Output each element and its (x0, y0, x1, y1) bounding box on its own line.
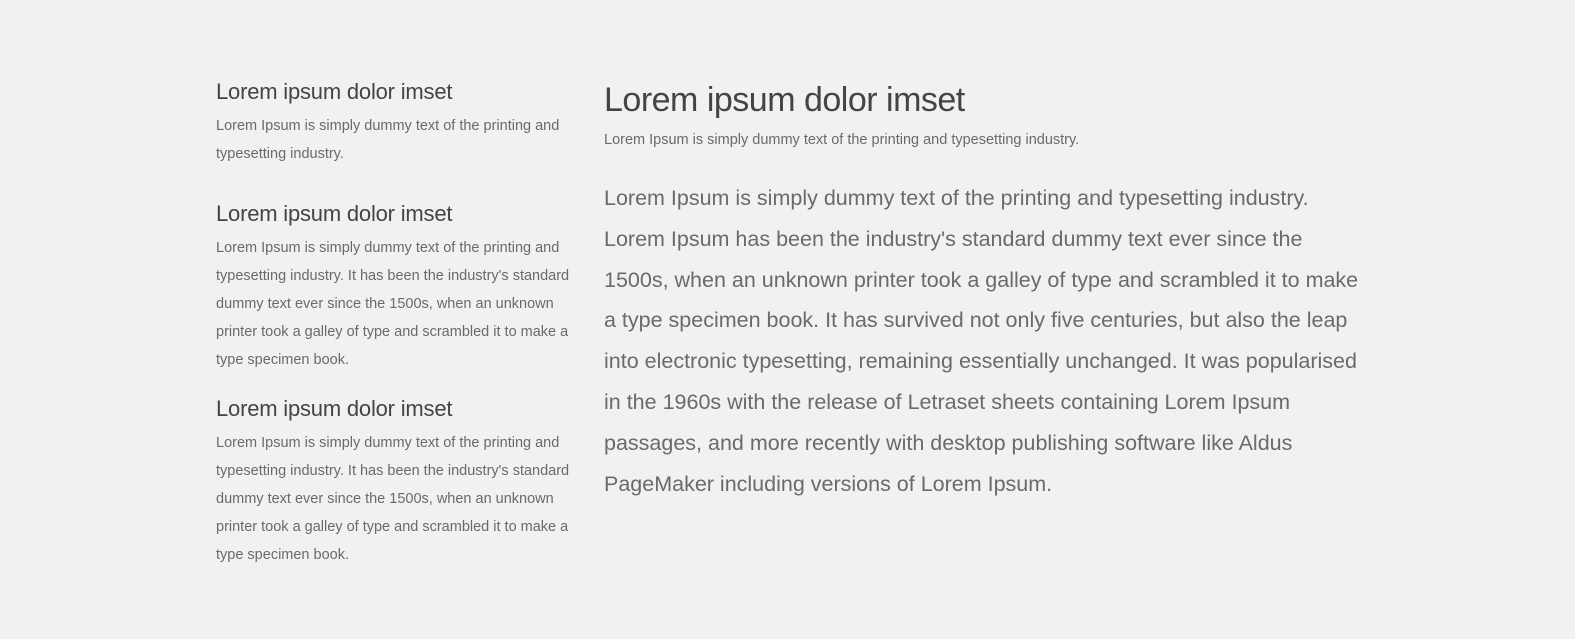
page-subtitle: Lorem Ipsum is simply dummy text of the … (604, 132, 1080, 148)
sidebar-item-title: Lorem ipsum dolor imset (216, 396, 453, 421)
sidebar-item-text: Lorem Ipsum is simply dummy text of the … (216, 118, 560, 162)
sidebar-item-text: Lorem Ipsum is simply dummy text of the … (216, 240, 570, 368)
page-title: Lorem ipsum dolor imset (604, 81, 965, 119)
body-paragraph: Lorem Ipsum is simply dummy text of the … (604, 186, 1359, 496)
sidebar-item: Lorem ipsum dolor imset Lorem Ipsum is s… (216, 78, 576, 200)
sidebar-item-title: Lorem ipsum dolor imset (216, 201, 453, 226)
sidebar-item-text: Lorem Ipsum is simply dummy text of the … (216, 435, 570, 563)
sidebar-item: Lorem ipsum dolor imset Lorem Ipsum is s… (216, 200, 576, 395)
sidebar: Lorem ipsum dolor imset Lorem Ipsum is s… (216, 78, 576, 569)
sidebar-item-title: Lorem ipsum dolor imset (216, 79, 453, 104)
main-content: Lorem ipsum dolor imset Lorem Ipsum is s… (604, 78, 1364, 504)
sidebar-item: Lorem ipsum dolor imset Lorem Ipsum is s… (216, 395, 576, 569)
